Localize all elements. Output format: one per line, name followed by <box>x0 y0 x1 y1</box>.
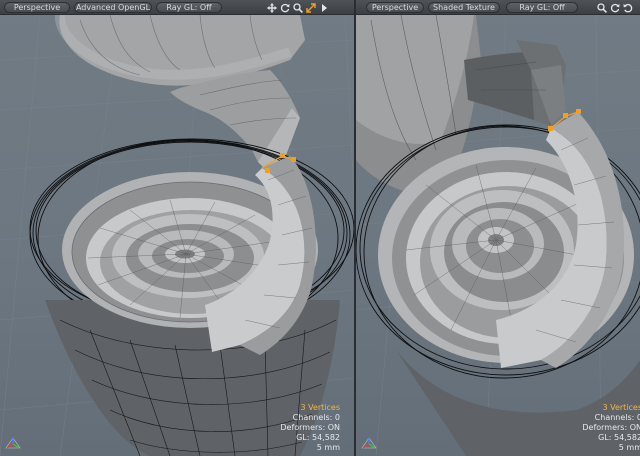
gl-polygon-count: GL: 54,582 <box>296 433 340 442</box>
grid-unit-size: 5 mm <box>618 443 640 452</box>
view-mode-button[interactable]: Perspective <box>366 2 424 13</box>
rotate-icon[interactable] <box>609 2 620 14</box>
viewport-header: Perspective Shaded Texture Ray GL: Off <box>356 0 640 15</box>
shading-mode-button[interactable]: Advanced OpenGL <box>74 2 152 13</box>
rotate-icon[interactable] <box>279 2 290 14</box>
refresh-icon[interactable] <box>622 2 633 14</box>
channels-count: Channels: 0 <box>594 413 640 422</box>
gl-polygon-count: GL: 54,582 <box>598 433 640 442</box>
view-mode-button[interactable]: Perspective <box>4 2 70 13</box>
channels-count: Channels: 0 <box>292 413 340 422</box>
ray-gl-button[interactable]: Ray GL: Off <box>506 2 578 13</box>
arrow-right-icon[interactable] <box>318 2 329 14</box>
deformers-status: Deformers: ON <box>582 423 640 432</box>
viewport-left[interactable]: Perspective Advanced OpenGL Ray GL: Off <box>0 0 354 456</box>
zoom-icon[interactable] <box>596 2 607 14</box>
viewport-scene[interactable] <box>356 15 640 456</box>
axis-gizmo-icon <box>5 437 21 449</box>
grid-unit-size: 5 mm <box>316 443 340 452</box>
move-icon[interactable] <box>266 2 277 14</box>
scene-stats: 3 Vertices Channels: 0 Deformers: ON GL:… <box>582 403 640 453</box>
deformers-status: Deformers: ON <box>280 423 340 432</box>
selected-vertices-count: 3 Vertices <box>300 403 340 412</box>
ray-gl-button[interactable]: Ray GL: Off <box>156 2 222 13</box>
zoom-icon[interactable] <box>292 2 303 14</box>
viewport-header: Perspective Advanced OpenGL Ray GL: Off <box>0 0 354 15</box>
selected-vertices-count: 3 Vertices <box>602 403 640 412</box>
maximize-icon[interactable] <box>305 2 316 14</box>
scene-stats: 3 Vertices Channels: 0 Deformers: ON GL:… <box>280 403 340 453</box>
shading-mode-button[interactable]: Shaded Texture <box>428 2 500 13</box>
viewport-scene[interactable] <box>0 15 354 456</box>
viewport-right[interactable]: Perspective Shaded Texture Ray GL: Off 3… <box>356 0 640 456</box>
axis-gizmo-icon <box>361 437 377 449</box>
